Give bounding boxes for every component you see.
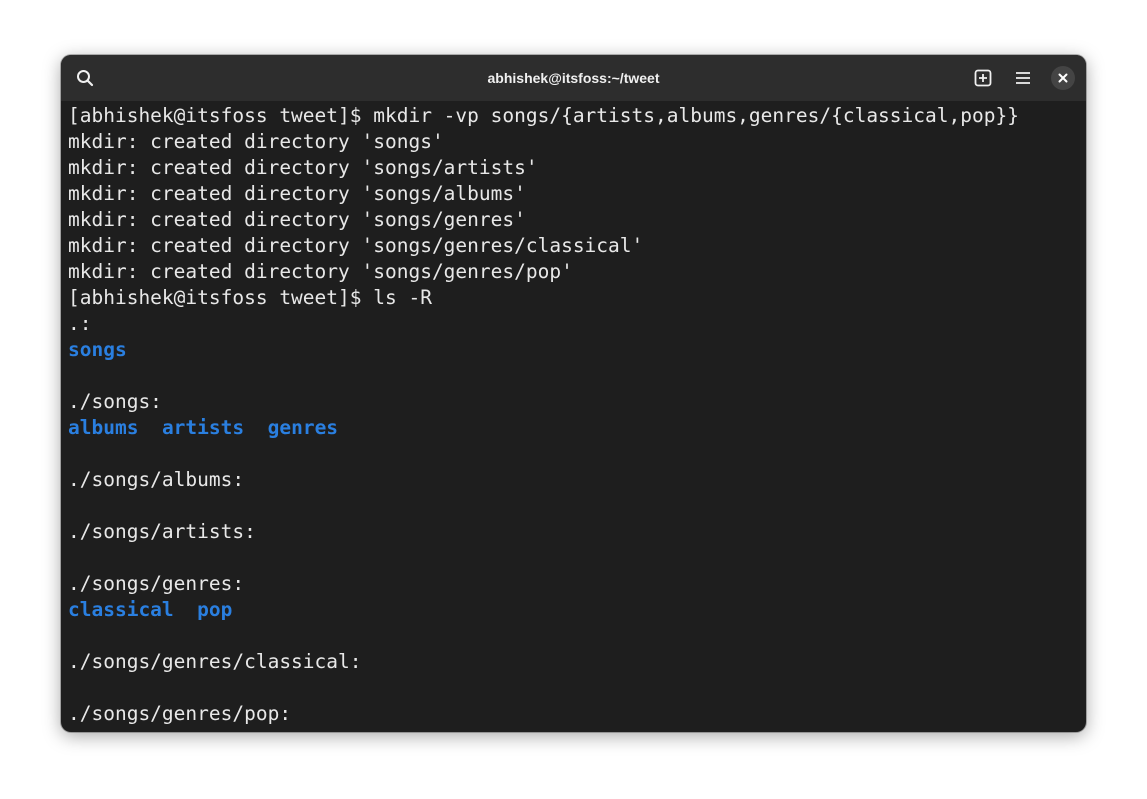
terminal-line: albums artists genres xyxy=(68,415,1086,441)
terminal-line: mkdir: created directory 'songs/albums' xyxy=(68,182,526,205)
terminal-line: mkdir: created directory 'songs/artists' xyxy=(68,156,538,179)
directory-entry: genres xyxy=(267,416,339,439)
terminal-line: ./songs/artists: xyxy=(68,520,256,543)
terminal-line: ./songs/genres/classical: xyxy=(68,650,362,673)
new-tab-button[interactable] xyxy=(969,64,997,92)
directory-entry: albums xyxy=(68,416,139,439)
terminal-line: ./songs/genres/pop: xyxy=(68,702,292,725)
window-title: abhishek@itsfoss:~/tweet xyxy=(487,70,660,86)
menu-button[interactable] xyxy=(1009,64,1037,92)
search-icon xyxy=(77,70,94,87)
close-button[interactable] xyxy=(1051,66,1075,90)
terminal-line: [abhishek@itsfoss tweet]$ mkdir -vp song… xyxy=(68,104,1019,127)
terminal-line: classical pop xyxy=(68,597,1086,623)
new-tab-icon xyxy=(974,69,992,87)
hamburger-menu-icon xyxy=(1016,72,1030,84)
terminal-output[interactable]: [abhishek@itsfoss tweet]$ mkdir -vp song… xyxy=(68,103,1086,732)
terminal-line: ./songs/genres: xyxy=(68,572,245,595)
terminal-line: .: xyxy=(68,312,92,335)
terminal-line: mkdir: created directory 'songs/genres' xyxy=(68,208,526,231)
terminal-window: abhishek@itsfoss:~/tweet [abhishek@itsfo… xyxy=(61,55,1086,732)
terminal-line: mkdir: created directory 'songs/genres/p… xyxy=(68,260,573,283)
terminal-line: [abhishek@itsfoss tweet]$ ls -R xyxy=(68,286,432,309)
terminal-line: mkdir: created directory 'songs' xyxy=(68,130,444,153)
directory-entry: artists xyxy=(161,416,245,439)
close-icon xyxy=(1058,73,1068,83)
terminal-line: ./songs/albums: xyxy=(68,468,245,491)
title-bar: abhishek@itsfoss:~/tweet xyxy=(61,55,1086,101)
terminal-line: ./songs: xyxy=(68,390,162,413)
terminal-line: songs xyxy=(68,337,1086,363)
search-button[interactable] xyxy=(71,64,99,92)
directory-entry: pop xyxy=(197,598,233,621)
terminal-line: mkdir: created directory 'songs/genres/c… xyxy=(68,234,644,257)
directory-entry: songs xyxy=(68,338,127,361)
directory-entry: classical xyxy=(68,598,174,621)
